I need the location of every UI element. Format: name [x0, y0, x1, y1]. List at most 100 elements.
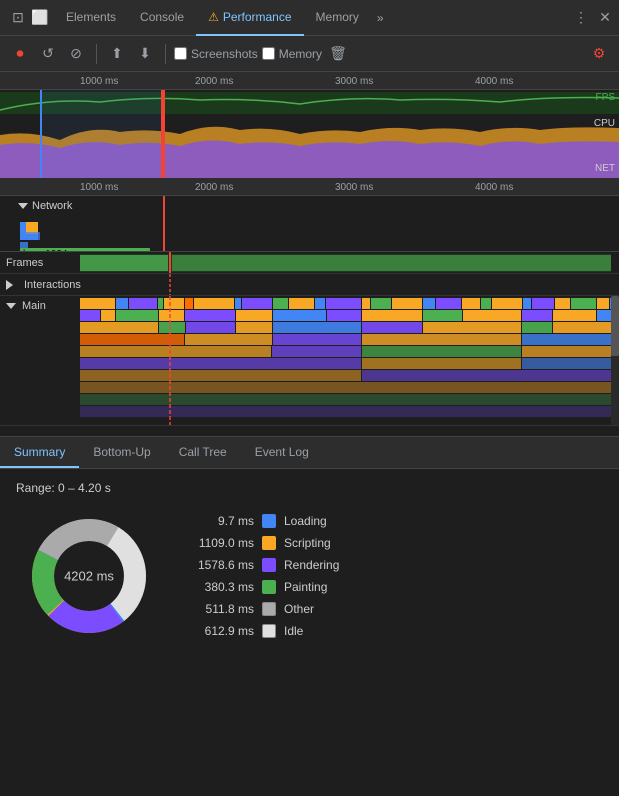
- ruler-mark-2: 2000 ms: [195, 76, 233, 87]
- rendering-value: 1578.6 ms: [174, 558, 254, 572]
- tab-performance-label: Performance: [223, 10, 292, 24]
- legend-rendering: 1578.6 ms Rendering: [174, 558, 339, 572]
- screenshots-label: Screenshots: [191, 47, 258, 61]
- ruler-mark-4: 4000 ms: [475, 76, 513, 87]
- devtools-icons: ⊡ ⬜: [4, 8, 54, 28]
- selection-highlight: [40, 90, 163, 178]
- tab-summary[interactable]: Summary: [0, 437, 79, 468]
- flame-scrollbar[interactable]: [611, 296, 619, 425]
- stop-button[interactable]: ⊘: [64, 42, 88, 66]
- painting-value: 380.3 ms: [174, 580, 254, 594]
- tab-memory[interactable]: Memory: [304, 0, 371, 36]
- painting-dot: [262, 580, 276, 594]
- toolbar: ⏺ ↺ ⊘ ⬆ ⬇ Screenshots Memory 🗑 ⚙: [0, 36, 619, 72]
- ruler-mark-3: 3000 ms: [335, 76, 373, 87]
- legend-other: 511.8 ms Other: [174, 602, 339, 616]
- cpu-label: CPU: [594, 118, 615, 164]
- scripting-dot: [262, 536, 276, 550]
- rendering-name: Rendering: [284, 558, 339, 572]
- ruler-top: 1000 ms 2000 ms 3000 ms 4000 ms: [0, 72, 619, 90]
- ruler-mark-1: 1000 ms: [80, 76, 118, 87]
- ruler-bottom: 1000 ms 2000 ms 3000 ms 4000 ms: [0, 178, 619, 196]
- loading-value: 9.7 ms: [174, 514, 254, 528]
- tab-bar: ⊡ ⬜ Elements Console ⚠ Performance Memor…: [0, 0, 619, 36]
- cursor-icon[interactable]: ⊡: [8, 8, 28, 28]
- legend: 9.7 ms Loading 1109.0 ms Scripting 1578.…: [174, 514, 339, 638]
- network-red-line: [163, 196, 165, 252]
- frames-content: [80, 252, 611, 273]
- device-icon[interactable]: ⬜: [30, 8, 50, 28]
- tab-event-log-label: Event Log: [255, 445, 309, 459]
- loading-name: Loading: [284, 514, 327, 528]
- separator-1: [96, 44, 97, 64]
- legend-idle: 612.9 ms Idle: [174, 624, 339, 638]
- separator-2: [165, 44, 166, 64]
- ruler2-mark-1: 1000 ms: [80, 182, 118, 193]
- frames-label: Frames: [0, 257, 80, 269]
- bottom-tabs: Summary Bottom-Up Call Tree Event Log: [0, 437, 619, 469]
- upload-button[interactable]: ⬆: [105, 42, 129, 66]
- idle-dot: [262, 624, 276, 638]
- ruler2-mark-3: 3000 ms: [335, 182, 373, 193]
- flame-chart-section: Frames Interactions: [0, 252, 619, 437]
- tab-console[interactable]: Console: [128, 0, 196, 36]
- settings-button[interactable]: ⚙: [587, 42, 611, 66]
- tab-call-tree-label: Call Tree: [179, 445, 227, 459]
- network-section: Network logo-1024px....: [0, 196, 619, 252]
- warn-icon: ⚠: [208, 10, 219, 24]
- tab-more[interactable]: »: [371, 11, 390, 25]
- interactions-expand-icon[interactable]: [6, 280, 18, 290]
- timeline-overview: 1000 ms 2000 ms 3000 ms 4000 ms FPS CPU …: [0, 72, 619, 252]
- scripting-name: Scripting: [284, 536, 331, 550]
- tab-elements-label: Elements: [66, 10, 116, 24]
- other-value: 511.8 ms: [174, 602, 254, 616]
- summary-content: Range: 0 – 4.20 s: [0, 469, 619, 653]
- selection-start-line: [40, 90, 42, 178]
- red-marker-line: [163, 90, 165, 178]
- frames-svg: [80, 252, 611, 273]
- interactions-content: [80, 274, 611, 295]
- menu-icon[interactable]: ⋮: [571, 8, 591, 28]
- interactions-label: Interactions: [0, 279, 80, 291]
- memory-label: Memory: [279, 47, 322, 61]
- delete-button[interactable]: 🗑: [326, 42, 350, 66]
- network-label: Network: [18, 200, 72, 212]
- donut-chart: 4202 ms: [24, 511, 154, 641]
- screenshots-checkbox-input[interactable]: [174, 47, 187, 60]
- memory-checkbox-input[interactable]: [262, 47, 275, 60]
- screenshots-checkbox[interactable]: Screenshots: [174, 47, 258, 61]
- tab-memory-label: Memory: [316, 10, 359, 24]
- tab-call-tree[interactable]: Call Tree: [165, 437, 241, 468]
- close-icon[interactable]: ✕: [595, 8, 615, 28]
- network-collapse-icon[interactable]: [18, 203, 28, 209]
- other-name: Other: [284, 602, 314, 616]
- tab-performance[interactable]: ⚠ Performance: [196, 0, 303, 36]
- memory-checkbox[interactable]: Memory: [262, 47, 322, 61]
- reload-button[interactable]: ↺: [36, 42, 60, 66]
- tab-bottom-up[interactable]: Bottom-Up: [79, 437, 164, 468]
- loading-dot: [262, 514, 276, 528]
- main-row: Main: [0, 296, 619, 426]
- main-collapse-icon[interactable]: [6, 303, 16, 309]
- other-dot: [262, 602, 276, 616]
- main-flame-content[interactable]: [80, 296, 611, 425]
- tab-elements[interactable]: Elements: [54, 0, 128, 36]
- ruler2-mark-2: 2000 ms: [195, 182, 233, 193]
- donut-total: 4202 ms: [64, 569, 114, 584]
- download-button[interactable]: ⬇: [133, 42, 157, 66]
- chart-area: 4202 ms 9.7 ms Loading 1109.0 ms Scripti…: [16, 511, 603, 641]
- fps-label: FPS: [596, 92, 615, 103]
- frames-row: Frames: [0, 252, 619, 274]
- tab-summary-label: Summary: [14, 445, 65, 459]
- record-button[interactable]: ⏺: [8, 42, 32, 66]
- fps-cpu-area: FPS CPU NET: [0, 90, 619, 178]
- scripting-value: 1109.0 ms: [174, 536, 254, 550]
- flame-scrollbar-thumb[interactable]: [611, 296, 619, 356]
- network-block-3: [20, 232, 40, 240]
- interactions-svg: [80, 274, 611, 295]
- ruler2-mark-4: 4000 ms: [475, 182, 513, 193]
- tab-event-log[interactable]: Event Log: [241, 437, 323, 468]
- interactions-row: Interactions: [0, 274, 619, 296]
- idle-name: Idle: [284, 624, 303, 638]
- legend-painting: 380.3 ms Painting: [174, 580, 339, 594]
